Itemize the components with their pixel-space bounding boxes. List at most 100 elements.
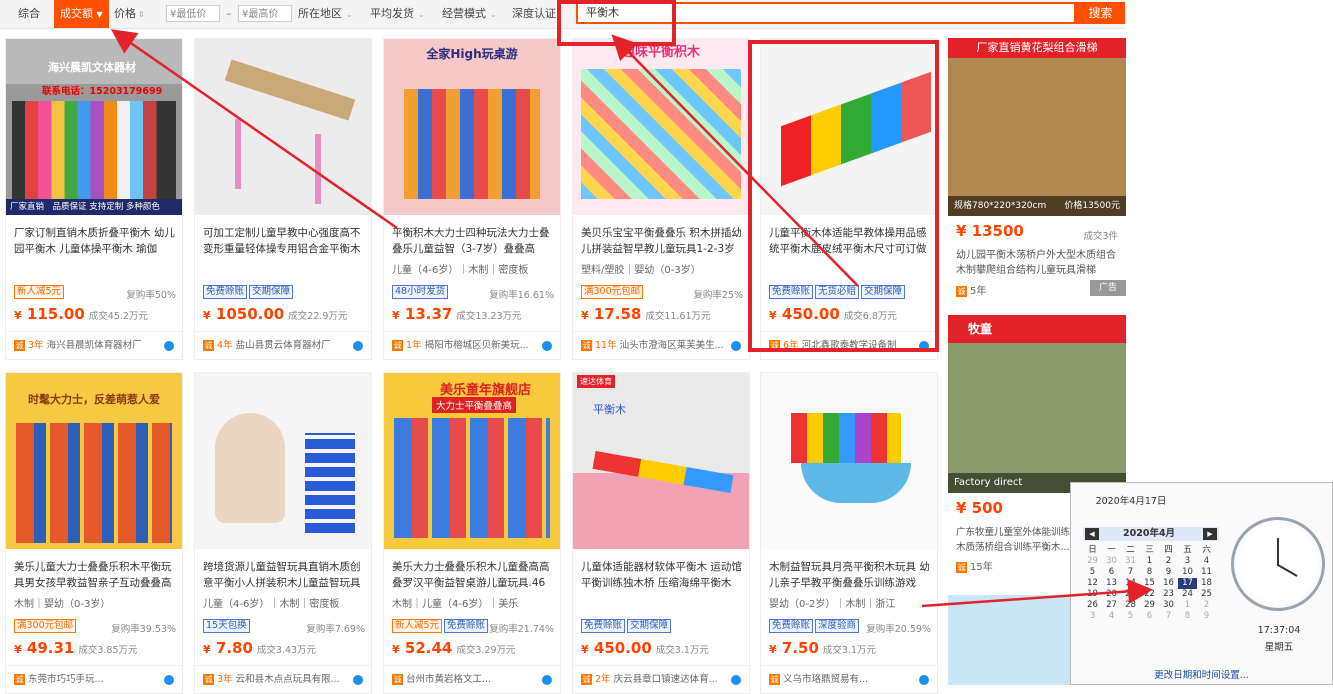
wangwang-chat-icon[interactable] xyxy=(164,341,174,351)
sort-transaction-amount[interactable]: 成交额 ▼ xyxy=(54,0,109,28)
product-card[interactable]: 木制益智玩具月亮平衡积木玩具 幼儿亲子早教平衡叠叠乐训练游戏 婴幼（0-2岁）｜… xyxy=(760,372,938,694)
product-image[interactable] xyxy=(195,39,371,215)
calendar-day[interactable]: 9 xyxy=(1197,611,1216,622)
product-image[interactable]: 速达体育 平衡木 xyxy=(573,373,749,549)
next-month-button[interactable]: ▶ xyxy=(1203,528,1217,540)
calendar-day[interactable]: 14 xyxy=(1121,578,1140,589)
product-image[interactable] xyxy=(761,373,937,549)
sort-price[interactable]: 价格 ⇕ xyxy=(114,0,145,28)
deep-cert-filter[interactable]: 深度认证 xyxy=(512,0,556,28)
shop-name[interactable]: 盐山县贯云体育器材厂 xyxy=(236,340,331,351)
shop-name[interactable]: 揭阳市榕城区贝新美玩... xyxy=(425,340,529,351)
product-title[interactable]: 美乐大力士叠叠乐积木儿童叠高高叠罗汉平衡益智桌游儿童玩具.46 xyxy=(392,559,556,591)
shop-footer[interactable]: 诚东莞市巧巧手玩... xyxy=(6,665,182,694)
ad-title[interactable]: 幼儿园平衡木荡桥户外大型木质组合木制攀爬组合结构儿童玩具滑梯 xyxy=(956,248,1120,278)
shop-footer[interactable]: 诚义乌市珞鼎贸易有... xyxy=(761,665,937,694)
calendar-day[interactable]: 5 xyxy=(1083,567,1102,578)
calendar-day[interactable]: 2 xyxy=(1159,556,1178,567)
shop-footer[interactable]: 诚 3年 云和县木点点玩具有限... xyxy=(195,665,371,694)
calendar-day[interactable]: 29 xyxy=(1083,556,1102,567)
shop-footer[interactable]: 诚 4年 盐山县贯云体育器材厂 xyxy=(195,331,371,360)
calendar-day[interactable]: 15 xyxy=(1140,578,1159,589)
product-title[interactable]: 可加工定制儿童早教中心强度高不变形重量轻体操专用铝合金平衡木 xyxy=(203,225,367,257)
wangwang-chat-icon[interactable] xyxy=(542,675,552,685)
product-card[interactable]: 时髦大力士，反差萌惹人爱 美乐儿童大力士叠叠乐积木平衡玩具男女孩早教益智亲子互动… xyxy=(5,372,183,694)
shop-footer[interactable]: 诚台州市黄岩格文工... xyxy=(384,665,560,694)
wangwang-chat-icon[interactable] xyxy=(542,341,552,351)
shop-name[interactable]: 台州市黄岩格文工... xyxy=(406,674,491,685)
shop-footer[interactable]: 诚 1年 揭阳市榕城区贝新美玩... xyxy=(384,331,560,360)
product-image[interactable]: 美乐童年旗舰店 大力士平衡叠叠高 xyxy=(384,373,560,549)
shop-footer[interactable]: 诚 3年 海兴县晨凯体育器材厂 xyxy=(6,331,182,360)
shop-footer[interactable]: 诚 2年 庆云县章口镇速达体育... xyxy=(573,665,749,694)
calendar-day[interactable]: 11 xyxy=(1197,567,1216,578)
shop-name[interactable]: 庆云县章口镇速达体育... xyxy=(614,674,718,685)
product-title[interactable]: 美贝乐宝宝平衡叠叠乐 积木拼插幼儿拼装益智早教儿童玩具1-2-3岁 xyxy=(581,225,745,257)
calendar-day[interactable]: 16 xyxy=(1159,578,1178,589)
shop-name[interactable]: 东莞市巧巧手玩... xyxy=(28,674,104,685)
avg-shipping-dropdown[interactable]: 平均发货 ⌄ xyxy=(370,0,425,28)
product-title[interactable]: 美乐儿童大力士叠叠乐积木平衡玩具男女孩早教益智亲子互动叠叠高 xyxy=(14,559,178,591)
business-mode-dropdown[interactable]: 经营模式 ⌄ xyxy=(442,0,497,28)
calendar-day[interactable]: 12 xyxy=(1083,578,1102,589)
change-datetime-link[interactable]: 更改日期和时间设置... xyxy=(1071,667,1332,681)
ad-card[interactable]: 厂家直销黄花梨组合滑梯 规格780*220*320cm 价格13500元 ¥ 13… xyxy=(948,38,1126,298)
calendar-day[interactable]: 6 xyxy=(1140,611,1159,622)
ad-title[interactable]: 广东牧童儿童室外体能训练木质荡桥组合训练平衡木... xyxy=(956,525,1076,555)
shop-footer[interactable]: 诚 11年 汕头市澄海区莱芙美生... xyxy=(573,331,749,360)
product-title[interactable]: 厂家订制直销木质折叠平衡木 幼儿园平衡木 儿童体操平衡木 瑜伽 xyxy=(14,225,178,257)
calendar-day[interactable]: 31 xyxy=(1121,556,1140,567)
region-dropdown[interactable]: 所在地区 ⌄ xyxy=(298,0,353,28)
calendar-day[interactable]: 3 xyxy=(1178,556,1197,567)
calendar-day[interactable]: 7 xyxy=(1159,611,1178,622)
product-image[interactable]: 海兴晨凯文体器材 联系电话：15203179699 厂家直销 品质保证 支持定制… xyxy=(6,39,182,215)
calendar-day-selected[interactable]: 17 xyxy=(1178,578,1197,589)
calendar-day[interactable]: 4 xyxy=(1102,611,1121,622)
product-card[interactable]: 跨境货源儿童益智玩具直销木质创意平衡小人拼装积木儿童益智玩具 儿童（4-6岁）｜… xyxy=(194,372,372,694)
product-card[interactable]: 全家High玩桌游 平衡积木大力士四种玩法大力士叠叠乐儿童益智（3-7岁）叠叠高… xyxy=(383,38,561,360)
calendar-day[interactable]: 6 xyxy=(1102,567,1121,578)
calendar-day[interactable]: 2 xyxy=(1197,600,1216,611)
calendar-day[interactable]: 18 xyxy=(1197,578,1216,589)
product-image[interactable]: 趣味平衡积木 xyxy=(573,39,749,215)
product-image[interactable]: 时髦大力士，反差萌惹人爱 xyxy=(6,373,182,549)
product-card[interactable]: 趣味平衡积木 美贝乐宝宝平衡叠叠乐 积木拼插幼儿拼装益智早教儿童玩具1-2-3岁… xyxy=(572,38,750,360)
calendar-day[interactable]: 30 xyxy=(1102,556,1121,567)
max-price-input[interactable]: ¥最高价 xyxy=(238,5,292,22)
calendar-day[interactable]: 28 xyxy=(1121,600,1140,611)
product-card[interactable]: 可加工定制儿童早教中心强度高不变形重量轻体操专用铝合金平衡木 免费赊账 交期保障 … xyxy=(194,38,372,360)
wangwang-chat-icon[interactable] xyxy=(353,341,363,351)
product-title[interactable]: 儿童体适能器材软体平衡木 运动馆平衡训练独木桥 压缩海绵平衡木 xyxy=(581,559,745,591)
calendar-day[interactable]: 9 xyxy=(1159,567,1178,578)
product-title[interactable]: 木制益智玩具月亮平衡积木玩具 幼儿亲子早教平衡叠叠乐训练游戏 xyxy=(769,559,933,591)
calendar-day[interactable]: 20 xyxy=(1102,589,1121,600)
calendar-day[interactable]: 3 xyxy=(1083,611,1102,622)
calendar-day[interactable]: 25 xyxy=(1197,589,1216,600)
calendar-day[interactable]: 4 xyxy=(1197,556,1216,567)
calendar-day[interactable]: 30 xyxy=(1159,600,1178,611)
calendar-day[interactable]: 24 xyxy=(1178,589,1197,600)
calendar-day[interactable]: 22 xyxy=(1140,589,1159,600)
calendar-day[interactable]: 21 xyxy=(1121,589,1140,600)
product-title[interactable]: 平衡积木大力士四种玩法大力士叠叠乐儿童益智（3-7岁）叠叠高 xyxy=(392,225,556,257)
calendar-day[interactable]: 19 xyxy=(1083,589,1102,600)
calendar-day[interactable]: 13 xyxy=(1102,578,1121,589)
search-button[interactable]: 搜索 xyxy=(1076,2,1125,24)
wangwang-chat-icon[interactable] xyxy=(164,675,174,685)
product-card[interactable]: 海兴晨凯文体器材 联系电话：15203179699 厂家直销 品质保证 支持定制… xyxy=(5,38,183,360)
wangwang-chat-icon[interactable] xyxy=(353,675,363,685)
min-price-input[interactable]: ¥最低价 xyxy=(166,5,220,22)
product-image[interactable]: 全家High玩桌游 xyxy=(384,39,560,215)
calendar-day[interactable]: 1 xyxy=(1140,556,1159,567)
shop-name[interactable]: 义乌市珞鼎贸易有... xyxy=(783,674,868,685)
product-image[interactable] xyxy=(195,373,371,549)
product-title[interactable]: 跨境货源儿童益智玩具直销木质创意平衡小人拼装积木儿童益智玩具 xyxy=(203,559,367,591)
wangwang-chat-icon[interactable] xyxy=(731,341,741,351)
calendar-day[interactable]: 1 xyxy=(1178,600,1197,611)
calendar-day[interactable]: 8 xyxy=(1140,567,1159,578)
shop-name[interactable]: 海兴县晨凯体育器材厂 xyxy=(47,340,142,351)
calendar-day[interactable]: 7 xyxy=(1121,567,1140,578)
calendar-day[interactable]: 29 xyxy=(1140,600,1159,611)
wangwang-chat-icon[interactable] xyxy=(731,675,741,685)
calendar-day[interactable]: 5 xyxy=(1121,611,1140,622)
